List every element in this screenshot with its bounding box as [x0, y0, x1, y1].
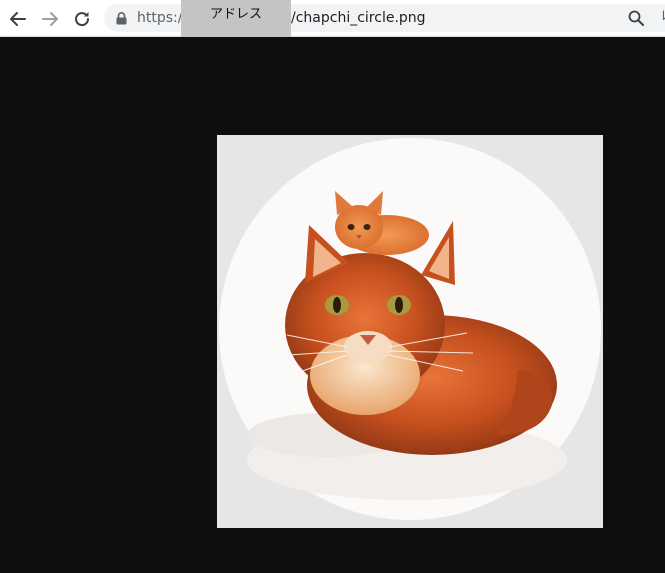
browser-toolbar: https:// /chapchi_circle.png ⇂ アドレス	[0, 0, 665, 37]
reload-button[interactable]	[72, 9, 92, 29]
url-path: /chapchi_circle.png	[291, 10, 426, 26]
url-scheme: https://	[137, 10, 188, 26]
address-tooltip: アドレス	[181, 0, 291, 37]
extension-icon[interactable]: ⇂	[658, 9, 665, 24]
arrow-right-icon	[42, 12, 58, 26]
arrow-left-icon	[10, 12, 26, 26]
cat-image	[217, 135, 603, 528]
zoom-icon[interactable]	[628, 10, 644, 26]
forward-button[interactable]	[40, 9, 60, 29]
image-viewport	[0, 37, 665, 573]
back-button[interactable]	[8, 9, 28, 29]
reload-icon	[75, 12, 90, 27]
lock-icon	[116, 12, 127, 25]
